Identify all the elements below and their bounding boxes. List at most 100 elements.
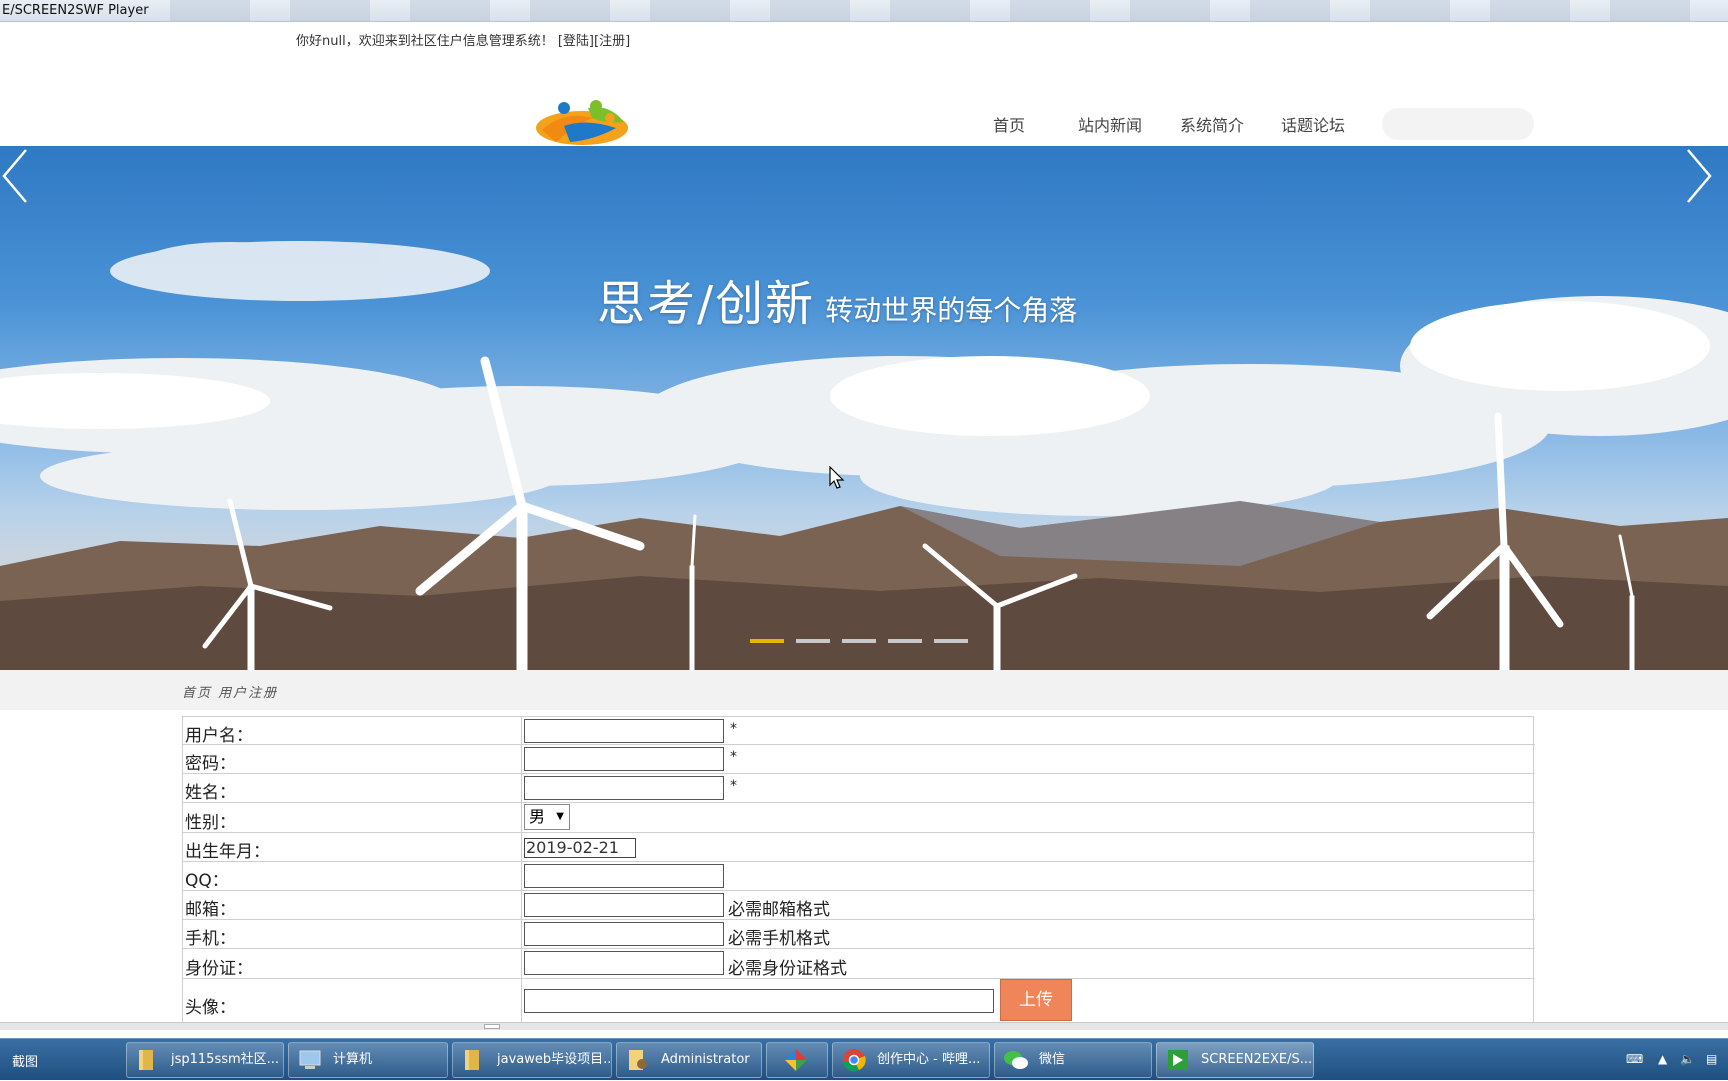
pinwheel-app-icon <box>785 1049 807 1071</box>
gender-select[interactable]: 男 ▼ <box>524 804 570 830</box>
name-input[interactable] <box>524 776 724 800</box>
name-label: 姓名： <box>185 783 236 803</box>
chevron-down-icon: ▼ <box>556 811 564 822</box>
form-row-password: 密码： * <box>183 745 1535 774</box>
site-logo[interactable] <box>534 98 630 148</box>
keyboard-icon[interactable]: ⌨ <box>1626 1052 1643 1066</box>
birth-cell: 2019-02-21 <box>521 833 1535 861</box>
taskbar-item-label: 创作中心 - 哔哩... <box>877 1052 981 1067</box>
system-tray: ⌨ ▲ 🔈 ▤ <box>1618 1039 1728 1081</box>
password-required: * <box>730 749 737 765</box>
register-form: 用户名： * 密码： * 姓名： * 性别： 男 ▼ 出生年月： 2019-02… <box>182 716 1535 1026</box>
phone-input[interactable] <box>524 922 724 946</box>
form-row-username: 用户名： * <box>183 717 1535 746</box>
gender-cell: 男 ▼ <box>521 803 1535 832</box>
folder-icon <box>465 1050 479 1070</box>
mouse-cursor-icon <box>829 466 845 489</box>
email-input[interactable] <box>524 893 724 917</box>
nav-forum[interactable]: 话题论坛 <box>1281 112 1345 136</box>
password-input[interactable] <box>524 747 724 771</box>
breadcrumb: 首页 用户注册 <box>182 686 279 701</box>
username-input[interactable] <box>524 719 724 743</box>
banner-title-sub: 转动世界的每个角落 <box>825 294 1078 327</box>
greeting-bar: 你好null，欢迎来到社区住户信息管理系统！ [登陆][注册] <box>296 30 630 49</box>
wechat-icon <box>1004 1051 1028 1069</box>
avatar-label: 头像： <box>185 998 236 1018</box>
banner-dot-4[interactable] <box>888 639 922 643</box>
window-title: E/SCREEN2SWF Player <box>2 3 149 18</box>
banner-dot-5[interactable] <box>934 639 968 643</box>
windows-taskbar: 截图 jsp115ssm社区... 计算机 javaweb毕设项目... Adm… <box>0 1038 1728 1080</box>
form-row-avatar: 头像： 上传 <box>183 979 1535 1026</box>
email-cell: 必需邮箱格式 <box>521 891 1535 920</box>
taskbar-item-pinwheel[interactable] <box>766 1042 828 1078</box>
taskbar-item-folder-jsp[interactable]: jsp115ssm社区... <box>126 1042 284 1078</box>
tray-expand-icon[interactable]: ▲ <box>1658 1052 1667 1066</box>
computer-icon <box>299 1050 321 1069</box>
nav-about[interactable]: 系统简介 <box>1180 112 1244 136</box>
folder-icon <box>139 1050 153 1070</box>
username-required: * <box>730 721 737 737</box>
taskbar-item-screen2exe[interactable]: SCREEN2EXE/S... <box>1156 1042 1314 1078</box>
screen2exe-icon <box>1168 1050 1188 1070</box>
register-link[interactable]: [注册] <box>594 34 630 49</box>
idcard-hint: 必需身份证格式 <box>728 959 847 979</box>
gender-label: 性别： <box>185 813 236 833</box>
taskbar-start-label[interactable]: 截图 <box>12 1051 38 1070</box>
taskbar-item-label: 微信 <box>1039 1052 1066 1067</box>
password-cell: * <box>521 745 1535 773</box>
idcard-input[interactable] <box>524 951 724 975</box>
banner-prev-arrow-icon[interactable] <box>0 146 30 206</box>
horizontal-scrollbar[interactable] <box>0 1022 1728 1030</box>
email-hint: 必需邮箱格式 <box>728 900 830 920</box>
volume-icon[interactable]: 🔈 <box>1680 1052 1695 1066</box>
avatar-cell: 上传 <box>521 979 1535 1026</box>
phone-cell: 必需手机格式 <box>521 920 1535 949</box>
search-input[interactable] <box>1382 108 1534 140</box>
form-row-qq: QQ： <box>183 862 1535 891</box>
taskbar-item-folder-javaweb[interactable]: javaweb毕设项目... <box>452 1042 612 1078</box>
qq-input[interactable] <box>524 864 724 888</box>
idcard-label: 身份证： <box>185 959 253 979</box>
name-cell: * <box>521 774 1535 802</box>
taskbar-item-label: javaweb毕设项目... <box>497 1052 612 1067</box>
breadcrumb-bar: 首页 用户注册 <box>0 670 1728 710</box>
taskbar-item-label: 计算机 <box>333 1052 373 1067</box>
login-link[interactable]: [登陆] <box>558 34 594 49</box>
phone-hint: 必需手机格式 <box>728 929 830 949</box>
form-row-gender: 性别： 男 ▼ <box>183 803 1535 833</box>
banner-dot-1[interactable] <box>750 639 784 643</box>
phone-label: 手机： <box>185 929 236 949</box>
form-row-phone: 手机： 必需手机格式 <box>183 920 1535 949</box>
username-label: 用户名： <box>185 726 253 746</box>
hero-banner: 思考/创新 转动世界的每个角落 <box>0 146 1728 670</box>
taskbar-item-computer[interactable]: 计算机 <box>288 1042 448 1078</box>
birth-date-input[interactable]: 2019-02-21 <box>524 838 636 858</box>
taskbar-item-administrator[interactable]: Administrator <box>616 1042 762 1078</box>
nav-news[interactable]: 站内新闻 <box>1078 112 1142 136</box>
upload-button[interactable]: 上传 <box>1000 979 1072 1021</box>
form-row-name: 姓名： * <box>183 774 1535 803</box>
form-row-idcard: 身份证： 必需身份证格式 <box>183 949 1535 979</box>
folder-user-icon <box>629 1050 647 1070</box>
username-cell: * <box>521 717 1535 744</box>
email-label: 邮箱： <box>185 900 236 920</box>
page: 你好null，欢迎来到社区住户信息管理系统！ [登陆][注册] 首页 站内新闻 … <box>0 22 1728 1026</box>
taskbar-item-label: jsp115ssm社区... <box>171 1052 280 1067</box>
taskbar-item-chrome[interactable]: 创作中心 - 哔哩... <box>832 1042 990 1078</box>
banner-dot-3[interactable] <box>842 639 876 643</box>
network-icon[interactable]: ▤ <box>1706 1052 1717 1066</box>
idcard-cell: 必需身份证格式 <box>521 949 1535 979</box>
taskbar-item-wechat[interactable]: 微信 <box>994 1042 1152 1078</box>
avatar-path-input[interactable] <box>524 989 994 1013</box>
qq-cell <box>521 862 1535 890</box>
banner-next-arrow-icon[interactable] <box>1684 146 1714 206</box>
gender-value: 男 <box>529 807 546 826</box>
banner-title: 思考/创新 转动世界的每个角落 <box>597 264 1077 334</box>
scrollbar-thumb[interactable] <box>484 1024 500 1029</box>
qq-label: QQ： <box>185 871 229 891</box>
banner-dot-2[interactable] <box>796 639 830 643</box>
banner-image <box>0 241 1728 670</box>
birth-label: 出生年月： <box>185 842 270 862</box>
nav-home[interactable]: 首页 <box>993 112 1025 136</box>
